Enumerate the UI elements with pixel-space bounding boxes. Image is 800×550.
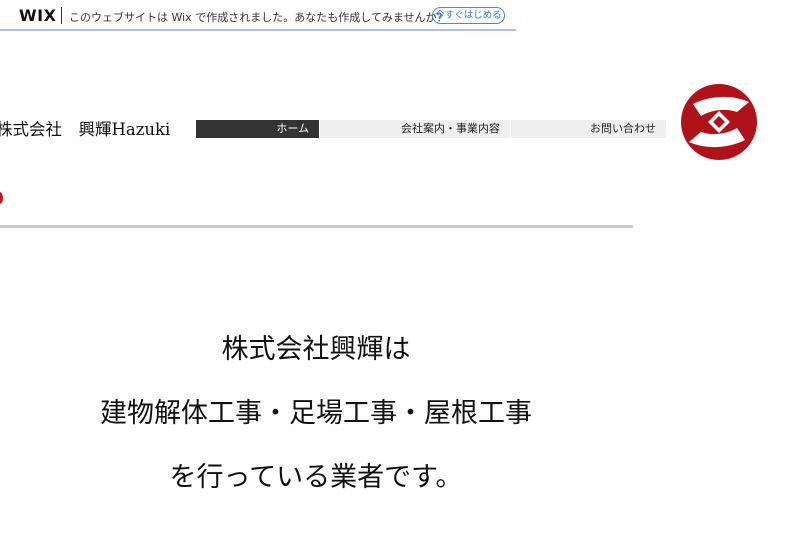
company-logo-icon[interactable] [679, 82, 759, 162]
wix-start-now-button[interactable]: 今すぐはじめる [432, 7, 505, 24]
main-nav: ホーム 会社案内・事業内容 お問い合わせ [196, 120, 666, 138]
wix-separator [61, 7, 62, 24]
wix-banner-message[interactable]: このウェブサイトは Wix で作成されました。あなたも作成してみませんか？ [69, 9, 448, 25]
nav-item-company[interactable]: 会社案内・事業内容 [320, 120, 510, 138]
nav-item-home[interactable]: ホーム [196, 120, 319, 138]
wix-logo[interactable]: WIX [19, 6, 56, 25]
intro-line-1: 株式会社興輝は [221, 334, 411, 365]
intro-line-3: を行っている業者です。 [169, 462, 463, 493]
red-dot [0, 192, 3, 204]
wix-banner: WIX このウェブサイトは Wix で作成されました。あなたも作成してみませんか… [0, 0, 516, 31]
nav-item-contact[interactable]: お問い合わせ [511, 120, 666, 138]
intro-line-2: 建物解体工事・足場工事・屋根工事 [100, 398, 532, 429]
header-divider [0, 225, 633, 228]
site-title[interactable]: 株式会社 興輝Hazuki [0, 116, 170, 140]
main-intro-text: 株式会社興輝は 建物解体工事・足場工事・屋根工事 を行っている業者です。 [0, 318, 632, 510]
